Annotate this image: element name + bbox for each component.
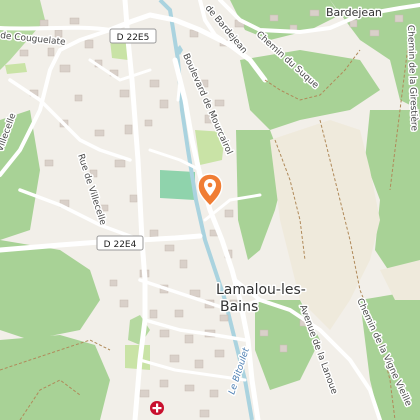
- place-label-bardejean: Bardejean: [326, 6, 382, 19]
- svg-text:D 22E5: D 22E5: [117, 33, 150, 43]
- map-view[interactable]: de Couguelate de Bardejean Bardejean Che…: [0, 0, 420, 420]
- svg-text:D 22E4: D 22E4: [104, 240, 137, 250]
- town-label-line2: Bains: [220, 299, 258, 315]
- town-label-line1: Lamalou-les-: [216, 282, 306, 298]
- map-canvas[interactable]: de Couguelate de Bardejean Bardejean Che…: [0, 0, 420, 420]
- pharmacy-icon[interactable]: [150, 401, 164, 415]
- route-shield-d22e4: D 22E4: [96, 235, 144, 251]
- route-shield-d22e5: D 22E5: [109, 28, 157, 44]
